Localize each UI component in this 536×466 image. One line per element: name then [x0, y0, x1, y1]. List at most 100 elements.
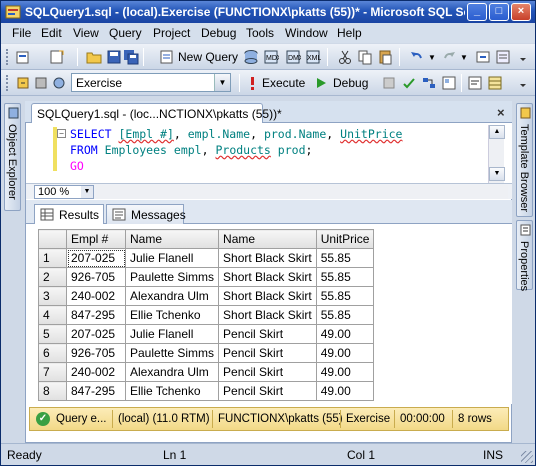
cell-unitprice[interactable]: 49.00 — [315, 343, 375, 363]
cell-empl[interactable]: 926-705 — [66, 267, 126, 287]
cell-product-name[interactable]: Pencil Skirt — [218, 324, 317, 344]
debug-button[interactable]: Debug — [333, 76, 368, 90]
redo-icon[interactable] — [441, 49, 457, 65]
xmla-query-icon[interactable]: XML — [305, 49, 321, 65]
analysis-query-icon[interactable]: MDX — [263, 49, 279, 65]
cancel-query-icon[interactable] — [381, 75, 397, 91]
table-row[interactable]: 2 926-705 Paulette Simms Short Black Ski… — [38, 267, 375, 287]
table-row[interactable]: 1 207-025 Julie Flanell Short Black Skir… — [38, 248, 375, 268]
cell-empl[interactable]: 207-025 — [66, 324, 126, 344]
cell-product-name[interactable]: Pencil Skirt — [218, 381, 317, 401]
table-row[interactable]: 3 240-002 Alexandra Ulm Short Black Skir… — [38, 286, 375, 306]
toolbar-grip[interactable] — [6, 49, 9, 65]
row-number[interactable]: 3 — [38, 286, 67, 306]
menu-help[interactable]: Help — [337, 26, 362, 40]
results-to-text-icon[interactable] — [467, 75, 483, 91]
cell-product-name[interactable]: Pencil Skirt — [218, 343, 317, 363]
table-row[interactable]: 4 847-295 Ellie Tchenko Short Black Skir… — [38, 305, 375, 325]
cell-employee-name[interactable]: Alexandra Ulm — [124, 362, 220, 382]
chevron-down-icon[interactable]: ▼ — [81, 186, 93, 198]
database-selector[interactable]: Exercise ▼ — [71, 73, 231, 92]
change-connection-icon[interactable] — [51, 75, 67, 91]
maximize-button[interactable]: □ — [489, 3, 509, 21]
navigate-icon[interactable] — [475, 49, 491, 65]
copy-icon[interactable] — [357, 49, 373, 65]
results-to-grid-icon[interactable] — [487, 75, 503, 91]
cell-product-name[interactable]: Short Black Skirt — [218, 267, 317, 287]
chevron-down-icon[interactable]: ▼ — [214, 74, 230, 91]
toolbar-overflow-icon[interactable] — [515, 75, 531, 91]
minimize-button[interactable]: _ — [467, 3, 487, 21]
column-header-name[interactable]: Name — [124, 229, 220, 249]
menu-file[interactable]: File — [12, 26, 31, 40]
solution-explorer-icon[interactable] — [495, 49, 511, 65]
cell-unitprice[interactable]: 49.00 — [315, 324, 375, 344]
cell-empl[interactable]: 847-295 — [66, 305, 126, 325]
cell-empl[interactable]: 926-705 — [66, 343, 126, 363]
scroll-down-icon[interactable]: ▼ — [489, 167, 505, 181]
table-row[interactable]: 7 240-002 Alexandra Ulm Pencil Skirt 49.… — [38, 362, 375, 382]
connect-icon[interactable] — [15, 75, 31, 91]
template-browser-tab[interactable]: Template Browser — [516, 103, 533, 217]
column-header-name[interactable]: Name — [218, 229, 317, 249]
row-number[interactable]: 4 — [38, 305, 67, 325]
object-explorer-tab[interactable]: Object Explorer — [4, 103, 21, 211]
save-icon[interactable] — [106, 49, 122, 65]
redo-dropdown-icon[interactable]: ▼ — [460, 53, 468, 62]
cell-unitprice[interactable]: 55.85 — [315, 267, 375, 287]
grid-corner[interactable] — [38, 229, 67, 249]
display-plan-icon[interactable] — [421, 75, 437, 91]
column-header-empl[interactable]: Empl # — [66, 229, 126, 249]
column-header-unitprice[interactable]: UnitPrice — [315, 229, 375, 249]
cell-unitprice[interactable]: 49.00 — [315, 362, 375, 382]
cell-unitprice[interactable]: 55.85 — [315, 305, 375, 325]
cell-employee-name[interactable]: Ellie Tchenko — [124, 381, 220, 401]
menu-window[interactable]: Window — [285, 26, 328, 40]
undo-icon[interactable] — [409, 49, 425, 65]
tab-results[interactable]: Results — [34, 204, 104, 224]
cut-icon[interactable] — [337, 49, 353, 65]
menu-debug[interactable]: Debug — [201, 26, 236, 40]
cell-employee-name[interactable]: Paulette Simms — [124, 267, 220, 287]
row-number[interactable]: 8 — [38, 381, 67, 401]
cell-product-name[interactable]: Short Black Skirt — [218, 248, 317, 268]
menu-view[interactable]: View — [73, 26, 99, 40]
cell-empl[interactable]: 207-025 — [66, 248, 126, 268]
menu-tools[interactable]: Tools — [246, 26, 274, 40]
zoom-selector[interactable]: 100 % ▼ — [34, 185, 94, 199]
execute-button[interactable]: Execute — [262, 76, 305, 90]
row-number[interactable]: 7 — [38, 362, 67, 382]
execute-icon[interactable] — [246, 75, 258, 91]
menu-project[interactable]: Project — [153, 26, 190, 40]
cell-empl[interactable]: 240-002 — [66, 286, 126, 306]
sql-editor[interactable]: − SELECT [Empl #], empl.Name, prod.Name,… — [26, 123, 512, 183]
collapse-region-icon[interactable]: − — [57, 129, 66, 138]
cell-employee-name[interactable]: Julie Flanell — [124, 248, 220, 268]
row-number[interactable]: 5 — [38, 324, 67, 344]
cell-unitprice[interactable]: 49.00 — [315, 381, 375, 401]
document-tab[interactable]: SQLQuery1.sql - (loc...NCTIONX\pkatts (5… — [31, 103, 282, 123]
new-query-icon[interactable] — [159, 49, 175, 65]
new-project-icon[interactable] — [15, 49, 31, 65]
toolbar-grip[interactable] — [6, 75, 9, 91]
query-designer-icon[interactable] — [441, 75, 457, 91]
toolbar-overflow-icon[interactable] — [515, 49, 531, 65]
parse-check-icon[interactable] — [401, 75, 417, 91]
table-row[interactable]: 5 207-025 Julie Flanell Pencil Skirt 49.… — [38, 324, 375, 344]
properties-tab[interactable]: Properties — [516, 220, 533, 291]
database-engine-query-icon[interactable] — [243, 49, 259, 65]
cell-empl[interactable]: 847-295 — [66, 381, 126, 401]
cell-product-name[interactable]: Pencil Skirt — [218, 362, 317, 382]
cell-empl[interactable]: 240-002 — [66, 362, 126, 382]
close-document-icon[interactable]: × — [497, 105, 505, 120]
close-button[interactable]: × — [511, 3, 531, 21]
paste-icon[interactable] — [377, 49, 393, 65]
cell-employee-name[interactable]: Paulette Simms — [124, 343, 220, 363]
cell-product-name[interactable]: Short Black Skirt — [218, 286, 317, 306]
tab-messages[interactable]: Messages — [106, 204, 186, 224]
undo-dropdown-icon[interactable]: ▼ — [428, 53, 436, 62]
cell-unitprice[interactable]: 55.85 — [315, 286, 375, 306]
menu-query[interactable]: Query — [109, 26, 142, 40]
disconnect-icon[interactable] — [33, 75, 49, 91]
row-number[interactable]: 1 — [38, 248, 67, 268]
